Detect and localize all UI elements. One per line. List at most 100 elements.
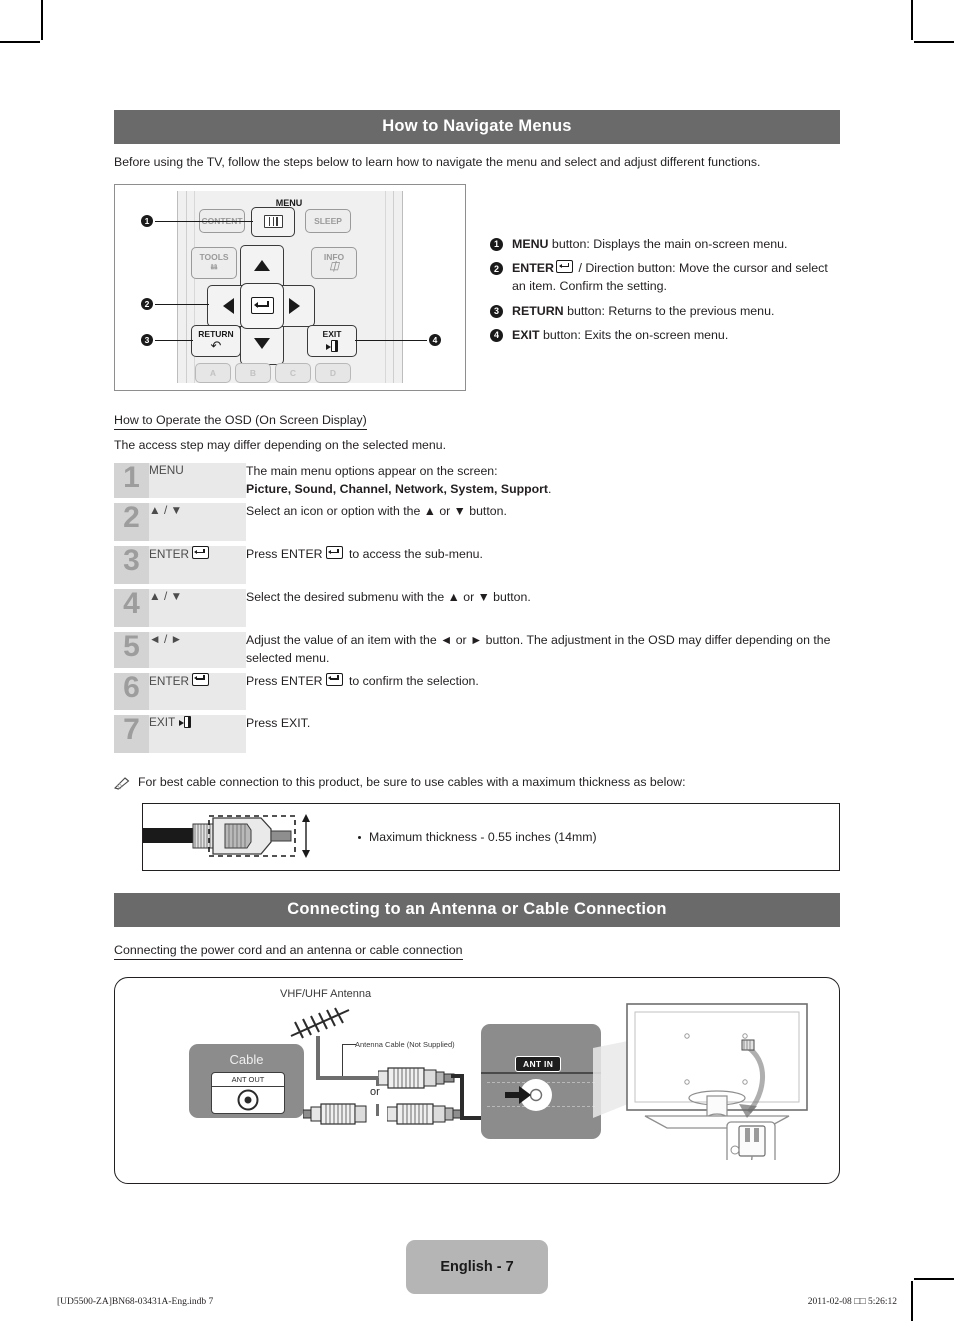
footer-document-id: [UD5500-ZA]BN68-03431A-Eng.indb 7 — [57, 1297, 214, 1307]
cable-panel-label: Cable — [229, 1052, 264, 1068]
tv-back-illustration — [623, 1000, 823, 1176]
legend-item-return: 3 RETURN button: Returns to the previous… — [490, 303, 840, 321]
legend-item-menu: 1 MENU button: Displays the main on-scre… — [490, 236, 840, 254]
remote-info-button[interactable]: INFO ⎅ — [311, 246, 357, 279]
step-key-2: ▲ / ▼ — [149, 503, 246, 542]
crop-mark-bottom-right-h — [914, 1278, 954, 1280]
down-arrow-icon — [254, 338, 270, 350]
ant-in-label: ANT IN — [515, 1056, 562, 1073]
remote-color-a-label: A — [209, 367, 217, 378]
left-arrow-icon — [222, 297, 234, 314]
callout-badge-2: 2 — [141, 297, 153, 310]
info-i-icon: ⎅ — [329, 261, 339, 274]
coax-wire-top-horizontal — [451, 1074, 464, 1079]
remote-color-button-d[interactable]: D — [315, 362, 351, 383]
enter-icon — [325, 672, 343, 686]
up-arrow-icon — [254, 260, 270, 272]
step-key-4: ▲ / ▼ — [149, 589, 246, 627]
remote-control-illustration: MENU CONTENT SLEEP TOOLS ⎂ INFO ⎅ — [114, 183, 466, 391]
antenna-cable-leader — [342, 1044, 356, 1046]
legend-item-enter: 2 ENTER / Direction button: Move the cur… — [490, 260, 840, 295]
osd-note: The access step may differ depending on … — [114, 437, 446, 452]
enter-icon — [250, 297, 274, 315]
step-desc-3: Press ENTER to access the sub-menu. — [246, 546, 483, 562]
cable-note-text: For best cable connection to this produc… — [138, 775, 686, 790]
step-number-4: 4 — [114, 589, 149, 627]
ant-out-plate: ANT OUT — [211, 1072, 285, 1115]
step-desc-6: Press ENTER to confirm the selection. — [246, 672, 479, 688]
enter-icon — [556, 260, 573, 274]
legend-badge-2: 2 — [490, 262, 503, 276]
remote-sleep-button[interactable]: SLEEP — [305, 208, 351, 233]
remote-return-button[interactable]: RETURN ↶ — [191, 324, 241, 357]
legend-items: 1 MENU button: Displays the main on-scre… — [490, 236, 840, 345]
remote-color-c-label: C — [289, 367, 297, 378]
table-row: 5 ◄ / ► Adjust the value of an item with… — [114, 632, 840, 668]
legend-badge-3: 3 — [490, 304, 503, 318]
section-header-navigate-menus: How to Navigate Menus — [114, 110, 840, 144]
legend-text-2: ENTER / Direction button: Move the curso… — [512, 260, 828, 294]
table-row: 7 EXIT Press EXIT. — [114, 715, 840, 754]
osd-steps-table: 1 MENU The main menu options appear on t… — [114, 462, 840, 754]
antenna-subtitle: Connecting the power cord and an antenna… — [114, 943, 463, 961]
exit-door-icon — [326, 340, 338, 353]
remote-enter-button[interactable] — [240, 282, 284, 329]
menu-grid-icon — [263, 215, 283, 229]
remote-up-button[interactable] — [240, 244, 284, 286]
callout-leader-2 — [155, 303, 209, 306]
section-header-antenna-connection: Connecting to an Antenna or Cable Connec… — [114, 893, 840, 928]
step-desc-1: The main menu options appear on the scre… — [246, 463, 552, 496]
enter-icon — [325, 546, 343, 560]
ant-out-label: ANT OUT — [212, 1075, 284, 1088]
step-number-2: 2 — [114, 503, 149, 542]
cable-spec-text: Maximum thickness - 0.55 inches (14mm) — [358, 830, 597, 844]
footer-timestamp: 2011-02-08 □□ 5:26:12 — [807, 1297, 897, 1307]
step-number-5: 5 — [114, 632, 149, 668]
ant-in-arrow-head — [519, 1086, 531, 1105]
remote-color-d-label: D — [329, 367, 337, 378]
callout-leader-4 — [355, 339, 427, 342]
remote-color-button-a[interactable]: A — [195, 362, 231, 383]
remote-menu-button[interactable] — [251, 206, 295, 237]
antenna-cable-label: Antenna Cable (Not Supplied) — [355, 1040, 455, 1050]
enter-icon — [191, 672, 209, 686]
legend-item-exit: 4 EXIT button: Exits the on-screen menu. — [490, 327, 840, 345]
remote-down-button[interactable] — [240, 323, 284, 365]
legend-text-1: MENU button: Displays the main on-screen… — [512, 236, 788, 251]
callout-leader-3 — [155, 339, 193, 342]
or-label: or — [367, 1086, 383, 1099]
step-key-7: EXIT — [149, 715, 246, 754]
table-row: 6 ENTER Press ENTER to confirm the selec… — [114, 672, 840, 711]
callout-badge-3: 3 — [141, 333, 153, 346]
navigate-intro-text: Before using the TV, follow the steps be… — [114, 155, 761, 169]
coax-port-icon — [237, 1089, 259, 1111]
step-number-6: 6 — [114, 672, 149, 711]
step-key-5: ◄ / ► — [149, 631, 246, 668]
cable-note-row: For best cable connection to this produc… — [113, 775, 840, 793]
cable-connector-illustration — [143, 804, 358, 870]
table-row: 2 ▲ / ▼ Select an icon or option with th… — [114, 503, 840, 542]
pencil-note-icon — [113, 776, 130, 793]
remote-color-button-b[interactable]: B — [235, 362, 271, 383]
legend-text-3: RETURN button: Returns to the previous m… — [512, 303, 775, 318]
antenna-lead-horizontal — [316, 1076, 378, 1081]
crop-mark-bottom-right-v — [911, 1281, 913, 1321]
enter-icon — [191, 546, 209, 560]
return-arrow-icon: ↶ — [210, 337, 222, 353]
legend-badge-1: 1 — [490, 237, 503, 251]
step-key-3: ENTER — [149, 546, 246, 585]
table-row: 4 ▲ / ▼ Select the desired submenu with … — [114, 589, 840, 627]
coax-wire-vertical — [460, 1074, 464, 1121]
crop-mark-top-right-v — [911, 0, 913, 40]
step-desc-7: Press EXIT. — [246, 716, 311, 731]
antenna-mast — [316, 1036, 320, 1081]
remote-legend-list: 1 MENU button: Displays the main on-scre… — [490, 184, 840, 352]
remote-legend-row: MENU CONTENT SLEEP TOOLS ⎂ INFO ⎅ — [114, 183, 840, 391]
antenna-connection-diagram: VHF/UHF Antenna Antenna Cable (Not Suppl… — [114, 977, 840, 1185]
bullet-dot-icon — [358, 835, 361, 839]
step-desc-2: Select an icon or option with the ▲ or ▼… — [246, 504, 507, 519]
exit-door-icon — [179, 716, 192, 729]
step-key-1: MENU — [149, 462, 246, 499]
remote-exit-button[interactable]: EXIT — [307, 324, 357, 357]
remote-color-button-c[interactable]: C — [275, 362, 311, 383]
